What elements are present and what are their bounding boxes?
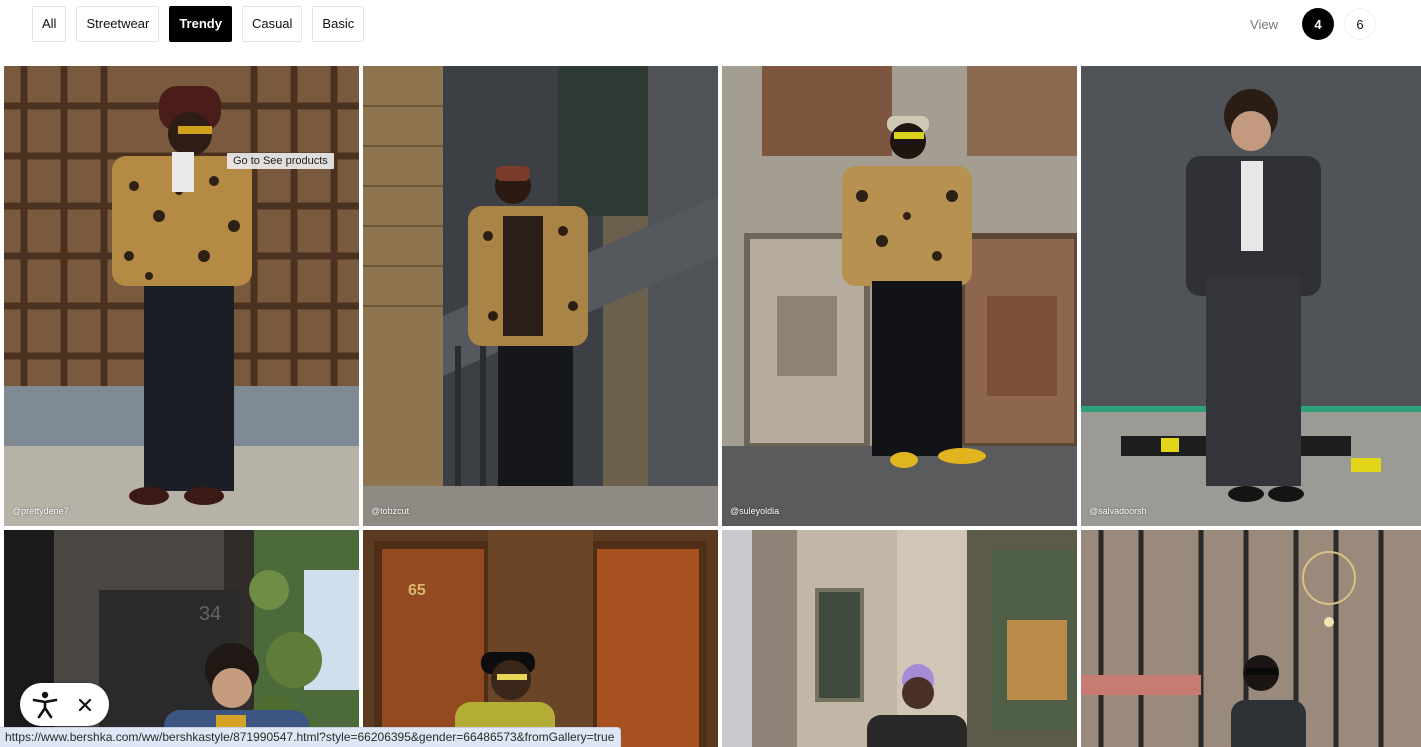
creator-handle: @suleyoldia xyxy=(730,506,780,516)
look-card[interactable]: @suleyoldia xyxy=(722,66,1077,526)
view-6-columns-button[interactable]: 6 xyxy=(1344,8,1376,40)
look-photo xyxy=(1081,530,1421,747)
look-photo xyxy=(722,66,1077,526)
filter-streetwear[interactable]: Streetwear xyxy=(76,6,160,42)
style-filter-bar: All Streetwear Trendy Casual Basic xyxy=(32,6,365,42)
look-card[interactable]: 65 xyxy=(363,530,718,747)
wall-number: 34 xyxy=(199,603,221,625)
creator-handle: @prettydene7 xyxy=(12,506,69,516)
door-number: 65 xyxy=(408,582,426,599)
accessibility-widget xyxy=(20,683,109,726)
view-selector: View 4 6 xyxy=(1250,8,1376,40)
look-gallery: Go to See products @prettydene7 @tobzcut… xyxy=(4,66,1421,747)
creator-handle: @tobzcut xyxy=(371,506,410,516)
look-photo: 65 xyxy=(363,530,718,747)
view-4-columns-button[interactable]: 4 xyxy=(1302,8,1334,40)
look-photo xyxy=(722,530,1077,747)
look-photo xyxy=(363,66,718,526)
look-photo xyxy=(1081,66,1421,526)
link-status-bar: https://www.bershka.com/ww/bershkastyle/… xyxy=(0,727,622,747)
look-photo xyxy=(4,66,359,526)
filter-casual[interactable]: Casual xyxy=(241,6,303,42)
view-label: View xyxy=(1250,16,1278,32)
filter-basic[interactable]: Basic xyxy=(312,6,365,42)
look-card[interactable]: Go to See products @prettydene7 xyxy=(4,66,359,526)
filter-all[interactable]: All xyxy=(32,6,67,42)
look-card[interactable] xyxy=(1081,530,1421,747)
creator-handle: @salvadoorsh xyxy=(1089,506,1147,516)
accessibility-icon[interactable] xyxy=(20,683,70,726)
see-products-tooltip: Go to See products xyxy=(227,153,334,169)
look-card[interactable]: @tobzcut xyxy=(363,66,718,526)
filter-trendy[interactable]: Trendy xyxy=(169,6,232,42)
close-icon[interactable] xyxy=(70,683,100,726)
look-card[interactable] xyxy=(722,530,1077,747)
look-card[interactable]: @salvadoorsh xyxy=(1081,66,1421,526)
